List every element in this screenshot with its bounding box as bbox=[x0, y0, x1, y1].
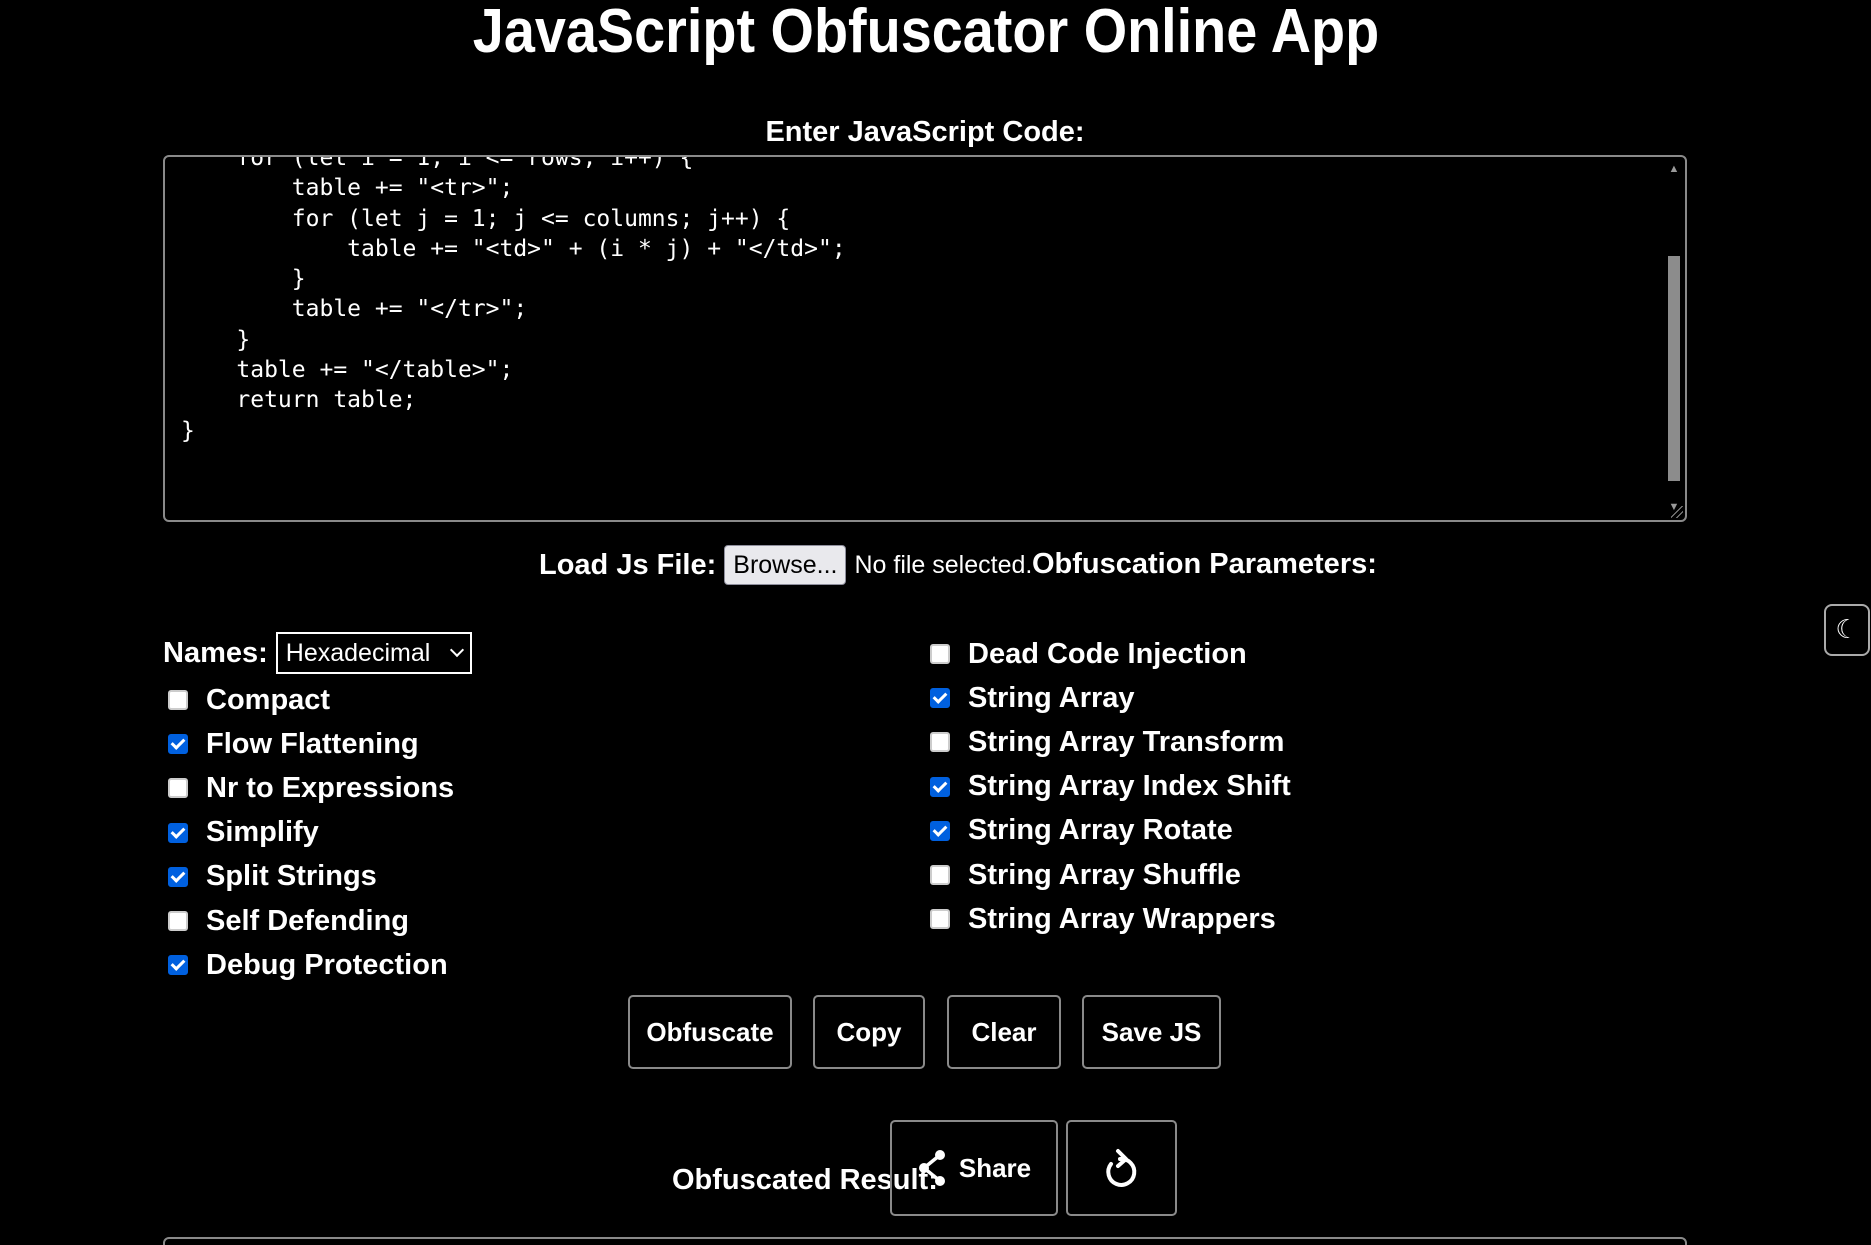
option-self-defending[interactable]: Self Defending bbox=[168, 899, 454, 943]
refresh-button[interactable] bbox=[1066, 1120, 1177, 1216]
option-label: String Array bbox=[968, 681, 1135, 714]
clear-button[interactable]: Clear bbox=[947, 995, 1061, 1069]
browse-button[interactable]: Browse... bbox=[724, 545, 847, 585]
names-select[interactable]: Hexadecimal bbox=[275, 632, 472, 674]
share-button[interactable]: Share bbox=[890, 1120, 1058, 1216]
checkbox-string-array-wrappers[interactable] bbox=[930, 909, 950, 930]
option-string-array-shuffle[interactable]: String Array Shuffle bbox=[930, 853, 1291, 897]
refresh-icon bbox=[1105, 1149, 1136, 1187]
page-title: JavaScript Obfuscator Online App bbox=[472, 0, 1380, 66]
page: JavaScript Obfuscator Online App Enter J… bbox=[0, 0, 1871, 1245]
option-label: Dead Code Injection bbox=[968, 637, 1247, 670]
code-scrollbar[interactable]: ▲ ▼ bbox=[1667, 161, 1681, 515]
checkbox-flow-flattening[interactable] bbox=[168, 734, 188, 755]
option-label: Simplify bbox=[206, 816, 319, 849]
file-loader: Load Js File: Browse... No file selected… bbox=[539, 543, 1032, 587]
option-simplify[interactable]: Simplify bbox=[168, 811, 454, 855]
checkbox-nr-to-expressions[interactable] bbox=[168, 778, 188, 799]
share-label: Share bbox=[958, 1152, 1032, 1183]
copy-button[interactable]: Copy bbox=[813, 995, 925, 1069]
option-label: String Array Index Shift bbox=[968, 770, 1291, 803]
option-string-array-wrappers[interactable]: String Array Wrappers bbox=[930, 897, 1291, 941]
options-right-column: Dead Code Injection String Array String … bbox=[930, 632, 1291, 941]
option-label: String Array Transform bbox=[968, 725, 1285, 758]
checkbox-split-strings[interactable] bbox=[168, 866, 188, 887]
obfuscate-button[interactable]: Obfuscate bbox=[628, 995, 792, 1069]
checkbox-string-array-index-shift[interactable] bbox=[930, 776, 950, 797]
resize-handle-icon[interactable] bbox=[1671, 506, 1683, 518]
option-label: Split Strings bbox=[206, 860, 377, 893]
option-debug-protection[interactable]: Debug Protection bbox=[168, 943, 454, 987]
option-compact[interactable]: Compact bbox=[168, 678, 454, 722]
options-left-column: Compact Flow Flattening Nr to Expression… bbox=[168, 678, 454, 987]
checkbox-self-defending[interactable] bbox=[168, 911, 188, 932]
names-field: Names: Hexadecimal bbox=[163, 632, 472, 674]
checkbox-compact[interactable] bbox=[168, 690, 188, 711]
option-label: String Array Shuffle bbox=[968, 858, 1241, 891]
code-input-textarea[interactable]: for (let i = 1; i <= rows; i++) { table … bbox=[163, 155, 1687, 522]
checkbox-string-array-transform[interactable] bbox=[930, 732, 950, 753]
checkbox-simplify[interactable] bbox=[168, 822, 188, 843]
load-file-label: Load Js File: bbox=[539, 548, 717, 581]
checkbox-dead-code-injection[interactable] bbox=[930, 644, 950, 665]
share-icon bbox=[918, 1150, 945, 1186]
chevron-down-icon bbox=[449, 642, 464, 658]
option-label: String Array Wrappers bbox=[968, 902, 1276, 935]
option-label: Self Defending bbox=[206, 904, 410, 937]
option-label: Compact bbox=[206, 683, 331, 716]
option-string-array[interactable]: String Array bbox=[930, 676, 1291, 720]
checkbox-string-array[interactable] bbox=[930, 688, 950, 709]
checkbox-string-array-rotate[interactable] bbox=[930, 820, 950, 841]
checkbox-debug-protection[interactable] bbox=[168, 955, 188, 976]
theme-toggle-button[interactable]: ☾ bbox=[1824, 604, 1870, 656]
code-input-content[interactable]: for (let i = 1; i <= rows; i++) { table … bbox=[181, 157, 846, 446]
scroll-thumb[interactable] bbox=[1668, 256, 1680, 481]
option-nr-to-expressions[interactable]: Nr to Expressions bbox=[168, 766, 454, 810]
option-flow-flattening[interactable]: Flow Flattening bbox=[168, 722, 454, 766]
obfuscation-params-heading: Obfuscation Parameters: bbox=[1032, 548, 1377, 580]
option-label: Nr to Expressions bbox=[206, 771, 455, 804]
scroll-up-icon[interactable]: ▲ bbox=[1667, 163, 1681, 175]
obfuscated-result-output[interactable] bbox=[163, 1237, 1687, 1245]
checkbox-string-array-shuffle[interactable] bbox=[930, 865, 950, 886]
save-js-button[interactable]: Save JS bbox=[1082, 995, 1221, 1069]
names-select-value: Hexadecimal bbox=[285, 638, 431, 667]
option-dead-code-injection[interactable]: Dead Code Injection bbox=[930, 632, 1291, 676]
option-string-array-rotate[interactable]: String Array Rotate bbox=[930, 809, 1291, 853]
option-label: Flow Flattening bbox=[206, 727, 419, 760]
code-input-label: Enter JavaScript Code: bbox=[765, 116, 1085, 148]
option-label: String Array Rotate bbox=[968, 814, 1233, 847]
option-split-strings[interactable]: Split Strings bbox=[168, 855, 454, 899]
names-label: Names: bbox=[163, 636, 268, 669]
option-string-array-index-shift[interactable]: String Array Index Shift bbox=[930, 765, 1291, 809]
option-string-array-transform[interactable]: String Array Transform bbox=[930, 720, 1291, 764]
file-status-text: No file selected. bbox=[854, 550, 1033, 579]
moon-icon: ☾ bbox=[1835, 614, 1859, 644]
option-label: Debug Protection bbox=[206, 948, 448, 981]
